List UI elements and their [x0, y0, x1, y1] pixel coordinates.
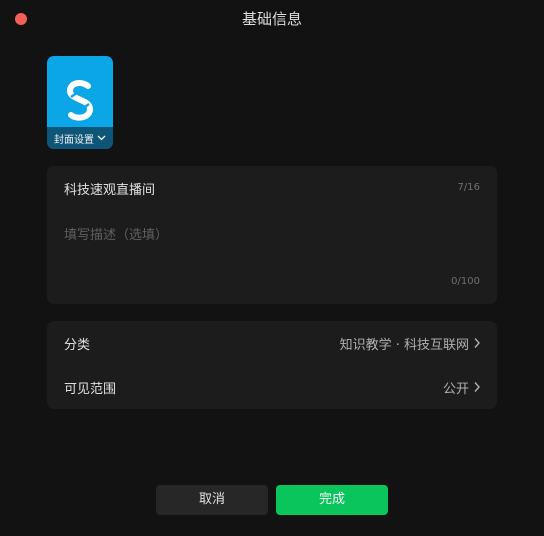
visibility-value: 公开 — [442, 382, 469, 397]
visibility-label: 可见范围 — [64, 382, 117, 397]
live-title-input[interactable]: 科技速观直播间 — [64, 179, 155, 198]
chevron-right-icon — [474, 382, 480, 392]
title-char-counter: 7/16 — [457, 182, 480, 193]
category-label: 分类 — [64, 338, 91, 353]
description-input[interactable]: 填写描述（选填） — [64, 224, 168, 243]
basic-info-window: 基础信息 封面设置 科技速观直播间 7/16 填写描述（选填） 0/100 分类… — [0, 0, 544, 536]
visibility-row[interactable]: 可见范围 公开 — [47, 365, 497, 409]
category-row[interactable]: 分类 知识教学 · 科技互联网 — [47, 321, 497, 365]
info-card: 科技速观直播间 7/16 填写描述（选填） 0/100 — [47, 166, 497, 304]
chevron-right-icon — [474, 338, 480, 348]
app-logo-icon — [66, 80, 94, 121]
description-char-counter: 0/100 — [451, 276, 480, 287]
cover-settings-label: 封面设置 — [54, 134, 94, 146]
chevron-down-icon — [97, 135, 106, 141]
done-button[interactable]: 完成 — [276, 485, 388, 515]
category-value: 知识教学 · 科技互联网 — [339, 338, 469, 353]
window-title: 基础信息 — [241, 10, 302, 28]
meta-card: 分类 知识教学 · 科技互联网 可见范围 公开 — [47, 321, 497, 409]
cancel-button[interactable]: 取消 — [156, 485, 268, 515]
cover-image[interactable]: 封面设置 — [47, 56, 113, 149]
cover-settings-button[interactable]: 封面设置 — [47, 127, 113, 149]
